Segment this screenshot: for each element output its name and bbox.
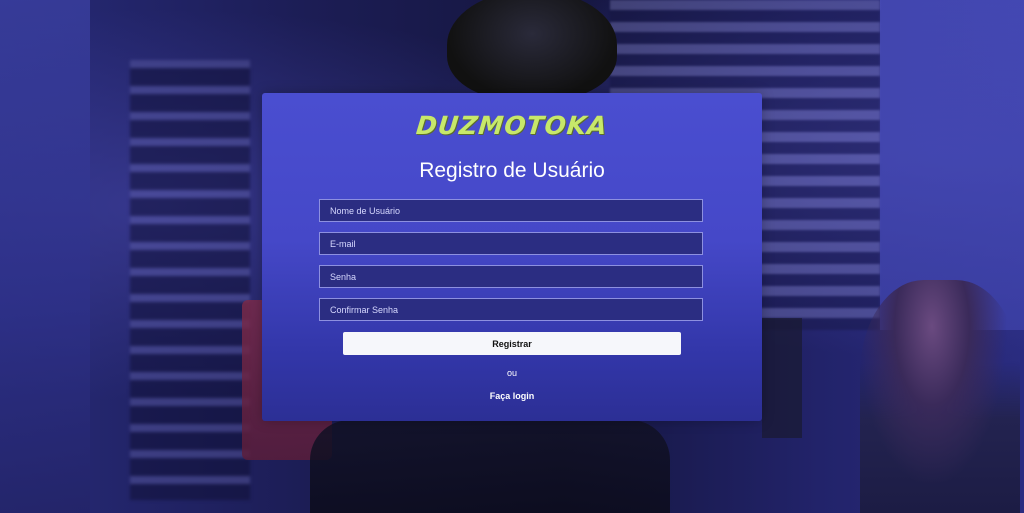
background-helmet [447, 0, 617, 100]
login-link[interactable]: Faça login [262, 391, 762, 401]
background-mirror [762, 318, 802, 438]
background-wall-left [0, 0, 90, 513]
background-stairs [130, 60, 250, 500]
username-input[interactable] [319, 199, 703, 222]
register-card: DUZMOTOKA Registro de Usuário Registrar … [262, 93, 762, 421]
brand-logo: DUZMOTOKA [414, 111, 610, 140]
separator-text: ou [506, 368, 517, 378]
page-title: Registro de Usuário [419, 159, 605, 182]
confirm-password-input[interactable] [319, 298, 703, 321]
email-input[interactable] [319, 232, 703, 255]
register-button[interactable]: Registrar [343, 332, 681, 355]
background-motorcycle [310, 420, 670, 513]
password-input[interactable] [319, 265, 703, 288]
background-person [860, 280, 1020, 513]
